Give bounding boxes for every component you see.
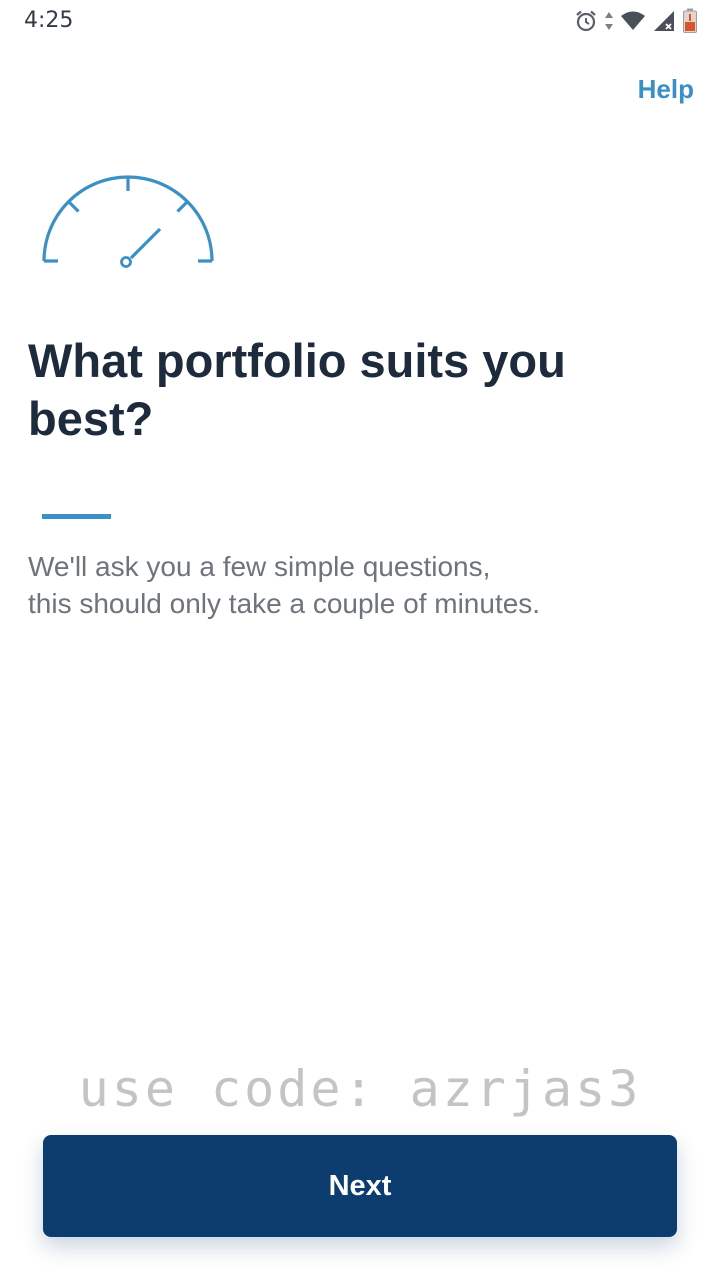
status-bar: 4:25 (0, 0, 720, 44)
status-time: 4:25 (24, 8, 74, 33)
description: We'll ask you a few simple questions, th… (28, 548, 668, 622)
description-line: We'll ask you a few simple questions, (28, 551, 491, 582)
battery-low-icon (683, 8, 697, 33)
title-divider (42, 514, 111, 519)
wifi-icon (621, 11, 645, 30)
gauge-icon (42, 175, 214, 268)
page-title: What portfolio suits you best? (28, 334, 566, 445)
description-line: this should only take a couple of minute… (28, 588, 541, 619)
alarm-icon (576, 10, 596, 32)
promo-code-watermark: use code: azrjas3 (78, 1060, 642, 1118)
data-arrows-icon (605, 12, 613, 30)
help-link[interactable]: Help (638, 74, 694, 105)
signal-icon (654, 11, 674, 31)
next-button[interactable]: Next (43, 1135, 677, 1237)
status-icons (574, 6, 698, 36)
